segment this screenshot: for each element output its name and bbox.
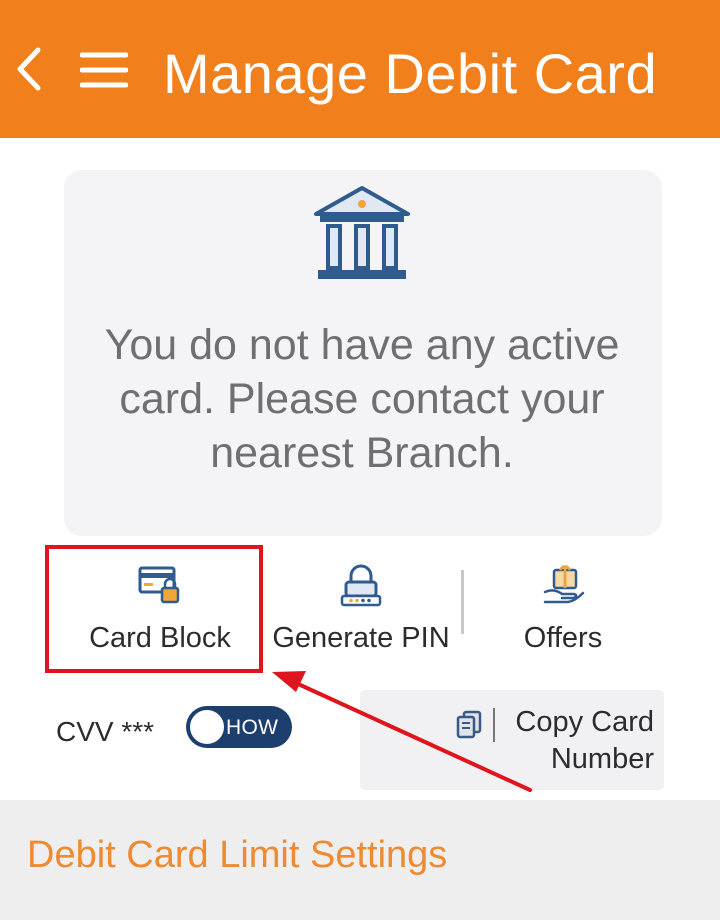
offers-gift-icon	[543, 565, 585, 604]
offers-button[interactable]: Offers	[480, 556, 646, 666]
hamburger-menu-icon[interactable]	[80, 50, 128, 90]
generate-pin-button[interactable]: Generate PIN	[266, 556, 456, 666]
app-header: Manage Debit Card	[0, 0, 720, 138]
bank-building-icon	[314, 186, 410, 279]
chevron-left-icon[interactable]	[12, 44, 46, 94]
card-block-highlight	[45, 545, 263, 673]
pin-lock-icon	[340, 564, 382, 607]
copy-card-number-label: Copy Card Number	[515, 706, 654, 775]
action-divider	[461, 570, 464, 634]
page-title: Manage Debit Card	[163, 42, 658, 105]
cvv-label: CVV ***	[56, 716, 155, 747]
cvv-show-toggle[interactable]: HOW	[186, 706, 292, 748]
generate-pin-label: Generate PIN	[272, 622, 450, 654]
limit-settings-title: Debit Card Limit Settings	[27, 834, 448, 876]
toggle-knob	[188, 708, 226, 746]
offers-label: Offers	[523, 622, 603, 654]
no-card-message: You do not have any active card. Please …	[104, 321, 620, 477]
toggle-text: HOW	[226, 716, 279, 739]
